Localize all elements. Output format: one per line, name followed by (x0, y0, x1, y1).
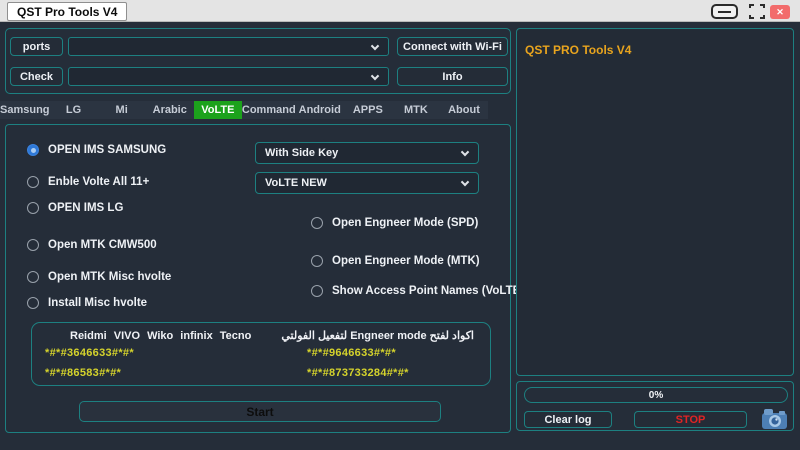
radio-open-ims-samsung[interactable]: OPEN IMS SAMSUNG (27, 144, 166, 156)
radio-icon (311, 217, 323, 229)
radio-icon (27, 297, 39, 309)
check-button-label: Check (19, 70, 54, 83)
side-key-select-value: With Side Key (265, 147, 339, 159)
tab-bar: Samsung LG Mi Arabic VoLTE Command Andro… (0, 101, 488, 119)
progress-group: 0% Clear log STOP (516, 381, 794, 431)
tab-android[interactable]: Android (296, 101, 344, 119)
tab-volte[interactable]: VoLTE (193, 101, 242, 119)
clear-log-label: Clear log (544, 413, 592, 426)
side-key-select[interactable]: With Side Key (255, 142, 479, 164)
dial-code: *#*#873733284#*#* (307, 367, 409, 379)
tab-apps[interactable]: APPS (344, 101, 392, 119)
tab-command[interactable]: Command (242, 101, 296, 119)
progress-bar: 0% (524, 387, 788, 403)
tab-mi[interactable]: Mi (98, 101, 146, 119)
info-button-label: Info (442, 70, 463, 83)
stop-button-label: STOP (675, 413, 706, 426)
volte-mode-select[interactable]: VoLTE NEW (255, 172, 479, 194)
check-button[interactable]: Check (10, 67, 63, 86)
progress-value: 0% (648, 389, 664, 401)
chevron-down-icon (460, 147, 470, 157)
check-select[interactable] (68, 67, 389, 86)
radio-engneer-mode-spd[interactable]: Open Engneer Mode (SPD) (311, 217, 478, 229)
radio-icon (27, 202, 39, 214)
ports-button-label: ports (22, 40, 51, 53)
clear-log-button[interactable]: Clear log (524, 411, 612, 428)
connection-group: ports Connect with Wi-Fi Check Info (5, 28, 511, 94)
radio-icon (311, 255, 323, 267)
dial-code: *#*#9646633#*#* (307, 347, 396, 359)
maximize-button[interactable] (748, 4, 766, 19)
start-button-label: Start (246, 404, 274, 419)
radio-open-mtk-cmw500[interactable]: Open MTK CMW500 (27, 239, 157, 251)
tab-arabic[interactable]: Arabic (146, 101, 194, 119)
title-bar: QST Pro Tools V4 ✕ (0, 0, 800, 22)
radio-icon (27, 271, 39, 283)
radio-open-mtk-misc-hvolte[interactable]: Open MTK Misc hvolte (27, 271, 171, 283)
arabic-header: اكواد لفتح Engneer mode لتفعيل الفولتي (281, 330, 474, 342)
radio-icon (27, 144, 39, 156)
tab-samsung[interactable]: Samsung (0, 101, 50, 119)
tab-about[interactable]: About (440, 101, 488, 119)
window-title: QST Pro Tools V4 (7, 2, 128, 21)
radio-engneer-mode-mtk[interactable]: Open Engneer Mode (MTK) (311, 255, 480, 267)
chevron-down-icon (460, 177, 470, 187)
window-title-text: QST Pro Tools V4 (17, 4, 118, 19)
volte-content-panel: OPEN IMS SAMSUNG Enble Volte All 11+ OPE… (5, 124, 524, 433)
minimize-button[interactable] (711, 4, 738, 19)
volte-mode-select-value: VoLTE NEW (265, 177, 327, 189)
app-window: QST Pro Tools V4 ✕ ports Connect with Wi… (0, 0, 800, 450)
chevron-down-icon (370, 71, 380, 80)
connect-wifi-button[interactable]: Connect with Wi-Fi (397, 37, 508, 56)
close-icon: ✕ (776, 6, 784, 17)
radio-icon (27, 176, 39, 188)
radio-show-apn-volte[interactable]: Show Access Point Names (VoLTE) (311, 285, 524, 297)
dial-code: *#*#3646633#*#* (45, 347, 134, 359)
ports-button[interactable]: ports (10, 37, 63, 56)
tab-lg[interactable]: LG (50, 101, 98, 119)
chevron-down-icon (370, 41, 380, 50)
tab-mtk[interactable]: MTK (392, 101, 440, 119)
minimize-icon (718, 10, 731, 13)
log-panel[interactable]: QST PRO Tools V4 (516, 28, 794, 376)
radio-icon (311, 285, 323, 297)
screenshot-camera-icon[interactable] (759, 407, 789, 431)
radio-enable-volte-all[interactable]: Enble Volte All 11+ (27, 176, 149, 188)
radio-icon (27, 239, 39, 251)
info-button[interactable]: Info (397, 67, 508, 86)
brands-header: Reidmi VIVO Wiko infinix Tecno (70, 330, 252, 342)
start-button[interactable]: Start (79, 401, 441, 422)
radio-open-ims-lg[interactable]: OPEN IMS LG (27, 202, 123, 214)
connect-wifi-label: Connect with Wi-Fi (403, 40, 502, 53)
dial-codes-box: Reidmi VIVO Wiko infinix Tecno اكواد لفت… (31, 322, 491, 386)
stop-button[interactable]: STOP (634, 411, 747, 428)
ports-select[interactable] (68, 37, 389, 56)
dial-code: *#*#86583#*#* (45, 367, 122, 379)
radio-install-misc-hvolte[interactable]: Install Misc hvolte (27, 297, 147, 309)
maximize-icon (749, 4, 765, 19)
close-button[interactable]: ✕ (770, 5, 790, 19)
log-header-text: QST PRO Tools V4 (525, 43, 632, 57)
